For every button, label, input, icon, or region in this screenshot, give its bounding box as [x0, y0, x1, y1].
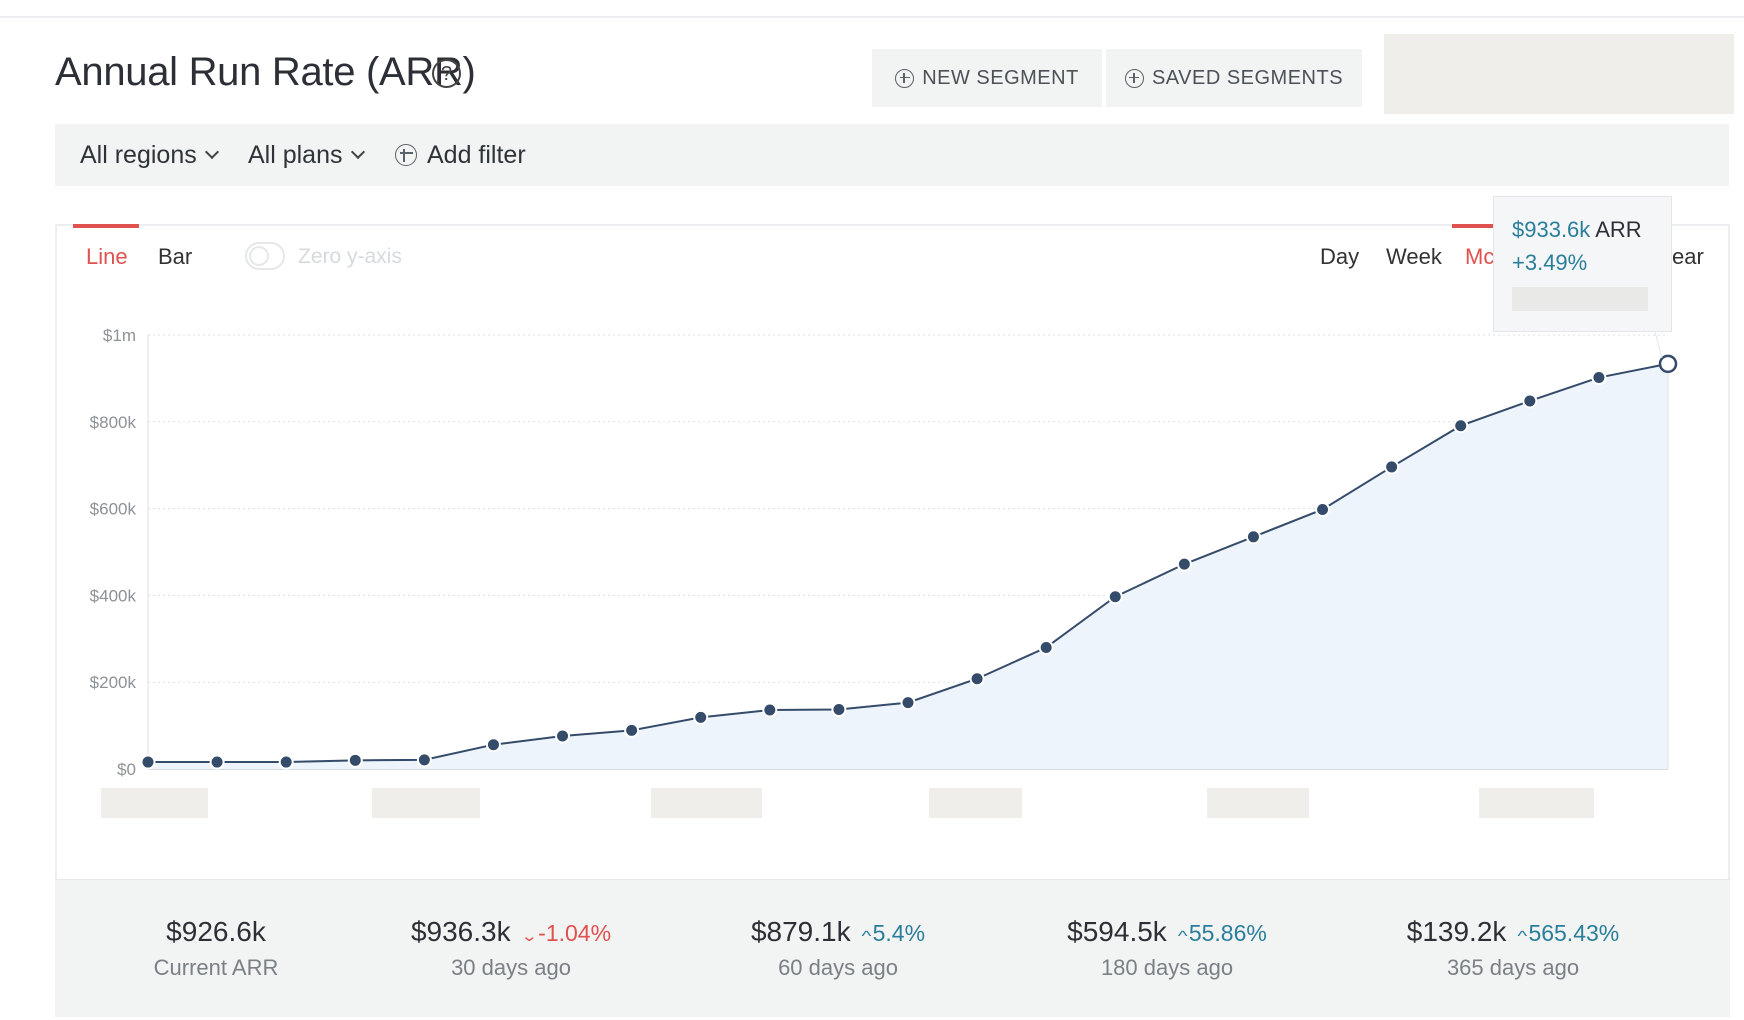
data-point — [1591, 370, 1607, 386]
tooltip-unit: ARR — [1595, 217, 1642, 242]
tooltip-value-line: $933.6k ARR — [1512, 217, 1642, 243]
y-tick-label: $400k — [90, 586, 137, 605]
x-tick-label-placeholder — [372, 788, 480, 818]
x-tick-label-placeholder — [929, 788, 1022, 818]
highlighted-data-point — [1658, 354, 1678, 374]
tooltip-pointer — [1654, 331, 1663, 358]
data-point — [1038, 639, 1054, 655]
data-point — [831, 702, 847, 718]
data-point — [1522, 393, 1538, 409]
data-point — [1107, 589, 1123, 605]
stat-label: 30 days ago — [451, 955, 571, 980]
data-point — [140, 754, 156, 770]
stat-change: ^55.86% — [1177, 920, 1267, 947]
stat-label: 60 days ago — [778, 955, 898, 980]
y-tick-label: $600k — [90, 500, 137, 519]
data-tooltip: $933.6k ARR +3.49% — [1493, 196, 1672, 332]
y-tick-label: $200k — [90, 673, 137, 692]
stat-label: Current ARR — [153, 955, 279, 980]
stat-change: ⌄-1.04% — [520, 920, 612, 947]
data-point — [900, 695, 916, 711]
stat-change-value: 5.4% — [872, 920, 926, 946]
data-point — [278, 754, 294, 770]
data-point — [347, 752, 363, 768]
stat-30-days: $936.3k ⌄-1.04% — [411, 916, 611, 952]
stat-change: ^5.4% — [861, 920, 926, 947]
arr-line-chart: $0 $200k $400k $600k $800k $1m — [90, 326, 1678, 818]
stat-label: 180 days ago — [1100, 955, 1234, 980]
stat-60-days: $879.1k ^5.4% — [751, 916, 925, 952]
data-point — [1384, 459, 1400, 475]
data-point — [485, 737, 501, 753]
data-point — [555, 728, 571, 744]
stat-change-value: 55.86% — [1188, 920, 1267, 946]
stat-180-days: $594.5k ^55.86% — [1067, 916, 1267, 952]
data-point — [969, 671, 985, 687]
stat-label: 365 days ago — [1446, 955, 1580, 980]
data-point — [624, 722, 640, 738]
stat-change: ^565.43% — [1516, 920, 1620, 947]
data-point — [209, 754, 225, 770]
arrow-up-icon: ^ — [861, 928, 872, 945]
arrow-down-icon: ⌄ — [520, 928, 538, 945]
tooltip-change: +3.49% — [1512, 250, 1588, 275]
data-point — [416, 752, 432, 768]
stat-value: $879.1k — [750, 916, 851, 947]
data-point — [1315, 501, 1331, 517]
data-point — [1176, 556, 1192, 572]
stat-value: $139.2k — [1406, 916, 1507, 947]
stat-change-value: -1.04% — [538, 920, 612, 946]
stat-value: $594.5k — [1067, 916, 1167, 947]
data-point — [1245, 529, 1261, 545]
stat-365-days: $139.2k ^565.43% — [1407, 916, 1620, 952]
y-tick-label: $0 — [117, 760, 136, 779]
stat-change-value: 565.43% — [1528, 920, 1620, 946]
x-tick-label-placeholder — [1207, 788, 1309, 818]
tooltip-value: $933.6k — [1512, 217, 1591, 242]
stat-value: $936.3k — [410, 916, 511, 947]
data-point — [693, 709, 709, 725]
stat-current-arr: $926.6k — [166, 916, 266, 952]
y-tick-label: $1m — [103, 326, 136, 345]
data-point — [1453, 418, 1469, 434]
tooltip-date-placeholder — [1512, 287, 1648, 311]
arrow-up-icon: ^ — [1516, 928, 1527, 945]
arrow-up-icon: ^ — [1177, 928, 1188, 945]
y-tick-label: $800k — [90, 413, 137, 432]
x-tick-label-placeholder — [651, 788, 762, 818]
data-point — [762, 702, 778, 718]
x-tick-label-placeholder — [101, 788, 208, 818]
stat-value: $926.6k — [166, 916, 266, 947]
x-tick-label-placeholder — [1479, 788, 1594, 818]
